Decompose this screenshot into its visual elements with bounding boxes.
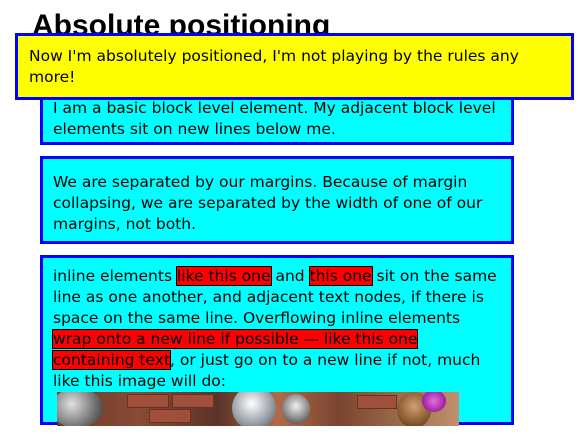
page: Absolute positioning I am a basic block … xyxy=(0,0,580,435)
paragraph-3-text-2: and xyxy=(270,267,310,285)
paragraph-3-text-1: inline elements xyxy=(53,267,177,285)
image-brick xyxy=(127,394,169,408)
image-brick xyxy=(172,394,214,408)
paragraph-1-text: I am a basic block level element. My adj… xyxy=(53,99,496,138)
image-brick xyxy=(357,395,397,409)
image-orb xyxy=(422,392,446,412)
paragraph-block-3: inline elements like this one and this o… xyxy=(40,255,514,426)
paragraph-2-text: We are separated by our margins. Because… xyxy=(53,173,483,233)
paragraph-block-2: We are separated by our margins. Because… xyxy=(40,156,514,244)
absolute-box-text: Now I'm absolutely positioned, I'm not p… xyxy=(29,47,519,86)
image-orb xyxy=(282,394,310,424)
image-brick xyxy=(149,409,191,423)
inline-span-2: this one xyxy=(308,266,373,286)
absolute-positioned-box: Now I'm absolutely positioned, I'm not p… xyxy=(15,33,574,100)
image-orb xyxy=(57,392,103,426)
inline-span-1: like this one xyxy=(175,266,272,286)
photo-image-icon xyxy=(57,392,459,426)
image-orb xyxy=(232,392,276,426)
